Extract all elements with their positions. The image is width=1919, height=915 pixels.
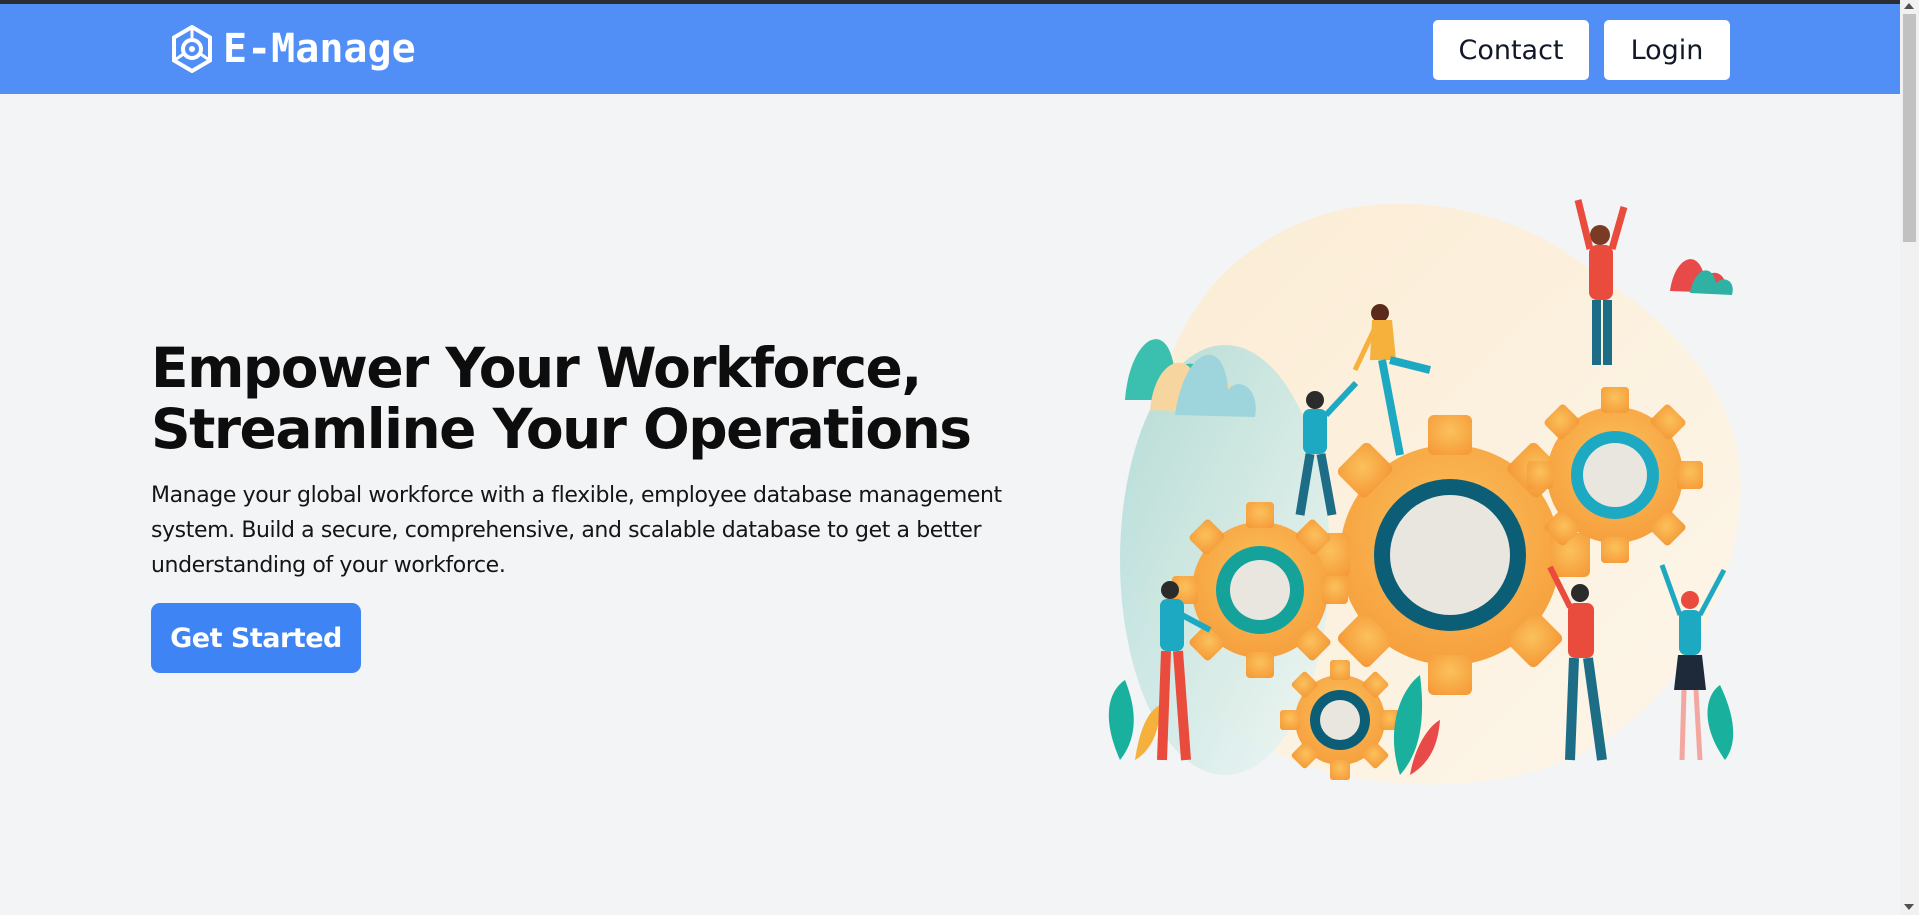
right-gear xyxy=(1527,387,1703,563)
scrollbar-thumb[interactable] xyxy=(1903,14,1916,242)
big-gear xyxy=(1310,415,1590,695)
small-gear xyxy=(1280,660,1400,780)
brand-name: E-Manage xyxy=(223,26,416,72)
scroll-up-arrow-icon[interactable] xyxy=(1904,3,1914,9)
teamwork-gears-illustration xyxy=(1108,199,1741,785)
login-button[interactable]: Login xyxy=(1604,20,1730,80)
hero-description: Manage your global workforce with a flex… xyxy=(151,483,1002,578)
cloud-right xyxy=(1670,259,1733,295)
hexagon-logo-icon xyxy=(172,25,212,73)
get-started-button[interactable]: Get Started xyxy=(151,603,361,673)
contact-button[interactable]: Contact xyxy=(1433,20,1589,80)
brand-link[interactable]: E-Manage xyxy=(171,24,416,74)
navbar: E-Manage Contact Login xyxy=(0,4,1900,94)
hero-title: Empower Your Workforce, Streamline Your … xyxy=(151,338,1091,460)
scroll-down-arrow-icon[interactable] xyxy=(1904,904,1914,910)
hero-title-line-1: Empower Your Workforce, xyxy=(151,336,922,400)
hero-title-line-2: Streamline Your Operations xyxy=(151,397,972,461)
left-gear xyxy=(1172,502,1348,678)
